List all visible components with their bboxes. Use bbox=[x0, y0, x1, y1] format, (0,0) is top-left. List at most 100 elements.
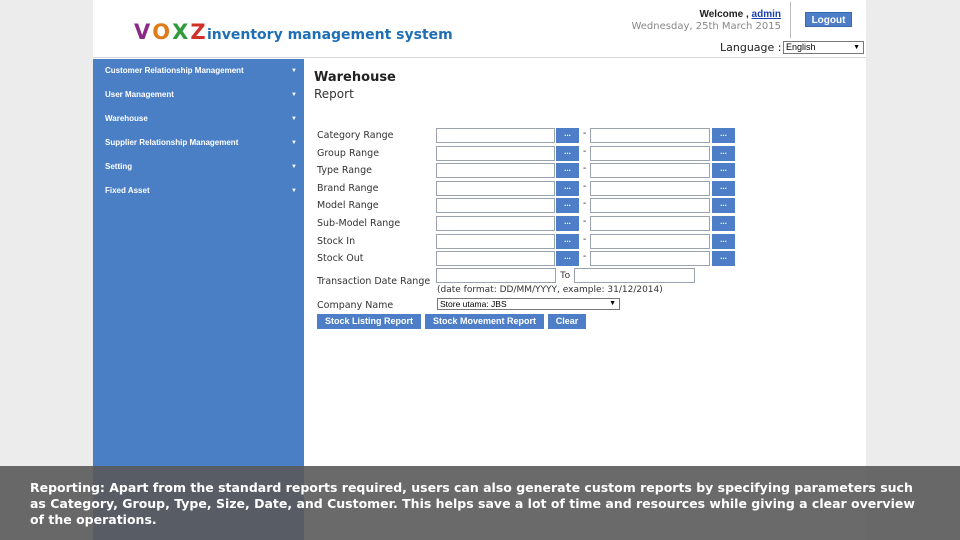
transaction-date-label: Transaction Date Range bbox=[317, 276, 431, 287]
category-to-lookup-button[interactable]: ... bbox=[712, 128, 735, 143]
sub-model-range-label: Sub-Model Range bbox=[317, 218, 401, 229]
voxz-logo: VOXZ bbox=[134, 20, 208, 44]
brand-from-lookup-button[interactable]: ... bbox=[556, 181, 579, 196]
group-to-input[interactable] bbox=[590, 146, 710, 161]
stock-in-from-lookup-button[interactable]: ... bbox=[556, 234, 579, 249]
type-to-lookup-button[interactable]: ... bbox=[712, 163, 735, 178]
type-from-input[interactable] bbox=[436, 163, 555, 178]
sidebar-item-user-management[interactable]: User Management ▼ bbox=[93, 83, 304, 107]
company-select[interactable]: Store utama: JBS ▼ bbox=[437, 298, 620, 310]
caption-text: Reporting: Apart from the standard repor… bbox=[30, 480, 915, 527]
range-dash: - bbox=[583, 128, 587, 139]
category-from-lookup-button[interactable]: ... bbox=[556, 128, 579, 143]
type-range-label: Type Range bbox=[317, 165, 372, 176]
chevron-down-icon: ▼ bbox=[291, 140, 297, 146]
stock-out-from-lookup-button[interactable]: ... bbox=[556, 251, 579, 266]
range-dash: - bbox=[583, 251, 587, 262]
page-title: Warehouse bbox=[314, 70, 396, 85]
chevron-down-icon: ▼ bbox=[291, 116, 297, 122]
chevron-down-icon: ▼ bbox=[291, 68, 297, 74]
type-to-input[interactable] bbox=[590, 163, 710, 178]
sub-model-to-input[interactable] bbox=[590, 216, 710, 231]
language-value: English bbox=[786, 42, 816, 52]
range-dash: - bbox=[583, 198, 587, 209]
brand-to-lookup-button[interactable]: ... bbox=[712, 181, 735, 196]
sidebar-item-label: Customer Relationship Management bbox=[105, 66, 244, 75]
chevron-down-icon: ▼ bbox=[291, 188, 297, 194]
company-name-label: Company Name bbox=[317, 300, 394, 311]
date-from-input[interactable] bbox=[436, 268, 556, 283]
type-from-lookup-button[interactable]: ... bbox=[556, 163, 579, 178]
logout-button[interactable]: Logout bbox=[805, 12, 852, 27]
sidebar-item-label: Setting bbox=[105, 162, 133, 171]
stock-in-from-input[interactable] bbox=[436, 234, 555, 249]
welcome-block: Welcome , admin Wednesday, 25th March 20… bbox=[631, 9, 781, 33]
brand-to-input[interactable] bbox=[590, 181, 710, 196]
page-subtitle: Report bbox=[314, 87, 354, 101]
stock-in-to-input[interactable] bbox=[590, 234, 710, 249]
model-to-lookup-button[interactable]: ... bbox=[712, 198, 735, 213]
username-link[interactable]: admin bbox=[752, 9, 781, 20]
stock-listing-report-button[interactable]: Stock Listing Report bbox=[317, 314, 421, 329]
welcome-text: Welcome , bbox=[699, 9, 749, 20]
range-dash: - bbox=[583, 181, 587, 192]
header-divider bbox=[790, 2, 791, 38]
date-to-input[interactable] bbox=[574, 268, 695, 283]
language-select[interactable]: English ▼ bbox=[783, 41, 864, 54]
caption-overlay: Reporting: Apart from the standard repor… bbox=[0, 466, 960, 540]
stock-out-to-lookup-button[interactable]: ... bbox=[712, 251, 735, 266]
stock-out-from-input[interactable] bbox=[436, 251, 555, 266]
category-to-input[interactable] bbox=[590, 128, 710, 143]
logo-letter: X bbox=[172, 20, 191, 44]
chevron-down-icon: ▼ bbox=[853, 44, 860, 51]
app-title: inventory management system bbox=[207, 27, 453, 43]
range-dash: - bbox=[583, 234, 587, 245]
model-to-input[interactable] bbox=[590, 198, 710, 213]
sidebar-item-srm[interactable]: Supplier Relationship Management ▼ bbox=[93, 131, 304, 155]
stock-out-to-input[interactable] bbox=[590, 251, 710, 266]
range-dash: - bbox=[583, 163, 587, 174]
model-from-input[interactable] bbox=[436, 198, 555, 213]
logo-letter: V bbox=[134, 20, 153, 44]
sidebar-item-setting[interactable]: Setting ▼ bbox=[93, 155, 304, 179]
stock-out-label: Stock Out bbox=[317, 253, 364, 264]
language-label: Language : bbox=[720, 41, 782, 54]
sidebar-item-label: Warehouse bbox=[105, 114, 148, 123]
current-date: Wednesday, 25th March 2015 bbox=[631, 21, 781, 32]
chevron-down-icon: ▼ bbox=[291, 92, 297, 98]
stock-movement-report-button[interactable]: Stock Movement Report bbox=[425, 314, 544, 329]
sidebar-item-label: User Management bbox=[105, 90, 174, 99]
clear-button[interactable]: Clear bbox=[548, 314, 586, 329]
group-from-input[interactable] bbox=[436, 146, 555, 161]
group-from-lookup-button[interactable]: ... bbox=[556, 146, 579, 161]
category-from-input[interactable] bbox=[436, 128, 555, 143]
date-format-hint: (date format: DD/MM/YYYY, example: 31/12… bbox=[437, 285, 663, 295]
app-window: VOXZ inventory management system Welcome… bbox=[93, 0, 866, 540]
brand-range-label: Brand Range bbox=[317, 183, 379, 194]
chevron-down-icon: ▼ bbox=[609, 300, 616, 307]
range-dash: - bbox=[583, 146, 587, 157]
sub-model-from-lookup-button[interactable]: ... bbox=[556, 216, 579, 231]
sidebar-item-label: Fixed Asset bbox=[105, 186, 150, 195]
sidebar-item-label: Supplier Relationship Management bbox=[105, 138, 239, 147]
range-dash: - bbox=[583, 216, 587, 227]
stock-in-to-lookup-button[interactable]: ... bbox=[712, 234, 735, 249]
category-range-label: Category Range bbox=[317, 130, 394, 141]
company-value: Store utama: JBS bbox=[440, 299, 507, 309]
sub-model-to-lookup-button[interactable]: ... bbox=[712, 216, 735, 231]
to-label: To bbox=[560, 270, 571, 281]
brand-from-input[interactable] bbox=[436, 181, 555, 196]
logo-letter: Z bbox=[190, 20, 208, 44]
chevron-down-icon: ▼ bbox=[291, 164, 297, 170]
sub-model-from-input[interactable] bbox=[436, 216, 555, 231]
sidebar-item-warehouse[interactable]: Warehouse ▼ bbox=[93, 107, 304, 131]
group-to-lookup-button[interactable]: ... bbox=[712, 146, 735, 161]
model-from-lookup-button[interactable]: ... bbox=[556, 198, 579, 213]
group-range-label: Group Range bbox=[317, 148, 380, 159]
model-range-label: Model Range bbox=[317, 200, 379, 211]
stock-in-label: Stock In bbox=[317, 236, 356, 247]
header: VOXZ inventory management system Welcome… bbox=[93, 0, 866, 58]
logo-letter: O bbox=[152, 20, 173, 44]
sidebar-item-fixed-asset[interactable]: Fixed Asset ▼ bbox=[93, 179, 304, 203]
sidebar-item-crm[interactable]: Customer Relationship Management ▼ bbox=[93, 59, 304, 83]
